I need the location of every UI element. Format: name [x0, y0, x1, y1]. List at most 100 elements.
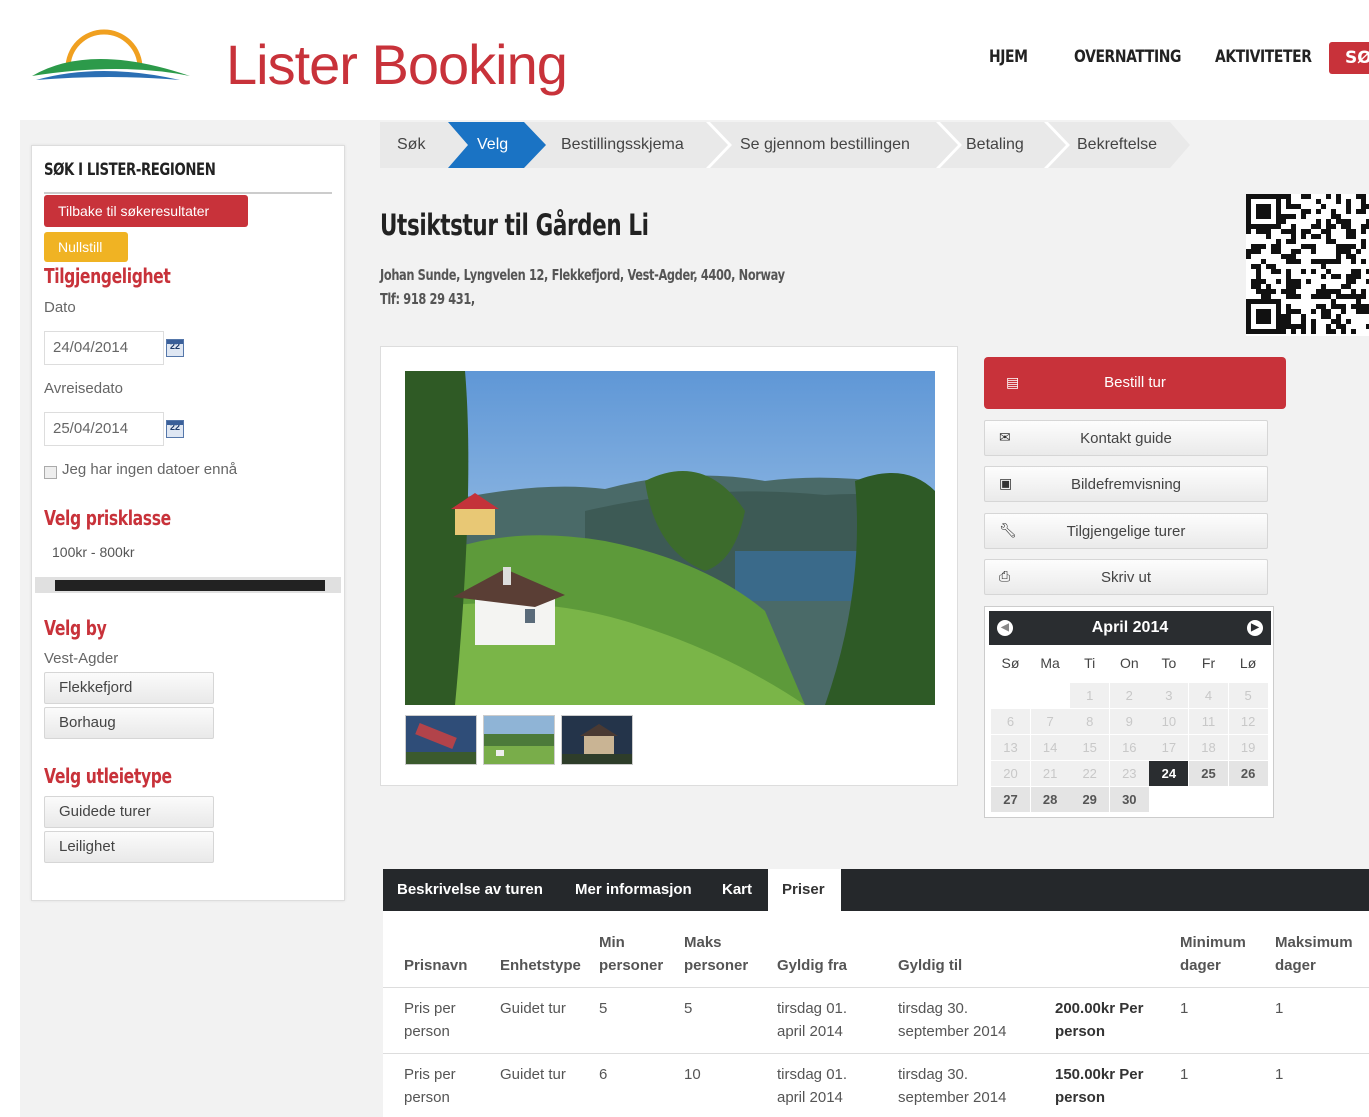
calendar-day: 10 — [1149, 709, 1189, 734]
step-choose[interactable]: Velg — [477, 122, 508, 168]
calendar-day: 5 — [1228, 683, 1268, 708]
qr-code — [1246, 194, 1369, 336]
departure-date-field[interactable]: 25/04/2014 — [44, 412, 164, 446]
table-cell: tirsdag 30. — [898, 1000, 969, 1017]
calendar-empty-cell — [991, 683, 1030, 708]
step-search[interactable]: Søk — [397, 122, 425, 168]
table-header-cell: personer — [684, 957, 749, 974]
step-payment[interactable]: Betaling — [966, 122, 1024, 168]
price-range-value: 100kr - 800kr — [52, 544, 135, 560]
table-header-cell: Prisnavn — [404, 957, 468, 974]
calendar-day: 15 — [1070, 735, 1110, 760]
calendar-weekday: Fr — [1201, 655, 1216, 671]
table-cell: tirsdag 01. — [777, 1066, 848, 1083]
tab-map[interactable]: Kart — [722, 869, 752, 911]
table-cell: Guidet tur — [500, 1066, 566, 1083]
calendar-icon[interactable]: 22 — [166, 420, 184, 438]
table-header-cell: Gyldig fra — [777, 957, 848, 974]
slideshow-button[interactable]: ▣ Bildefremvisning — [984, 466, 1268, 502]
thumbnail-2[interactable] — [483, 715, 555, 765]
calendar-weekday: Ti — [1084, 655, 1096, 671]
table-cell: 1 — [1180, 1000, 1189, 1017]
table-cell: 6 — [599, 1066, 608, 1083]
city-borhaug-button[interactable]: Borhaug — [44, 707, 214, 739]
price-heading: Velg prisklasse — [44, 506, 171, 530]
listing-title: Utsiktstur til Gården Li — [380, 208, 649, 242]
contact-guide-button[interactable]: ✉ Kontakt guide — [984, 420, 1268, 456]
nav-aktiviteter[interactable]: AKTIVITETER — [1215, 42, 1312, 72]
logo[interactable]: Lister Booking — [30, 10, 568, 100]
price-slider-range[interactable] — [55, 580, 325, 591]
price-slider[interactable] — [35, 577, 341, 593]
table-header-cell: dager — [1275, 957, 1316, 974]
calendar-icon[interactable]: 22 — [166, 339, 184, 357]
type-apartment-button[interactable]: Leilighet — [44, 831, 214, 863]
calendar-day[interactable]: 26 — [1228, 761, 1268, 786]
tab-prices[interactable]: Priser — [768, 869, 841, 911]
book-tour-button[interactable]: ▤ Bestill tur — [984, 357, 1286, 409]
nav-hjem[interactable]: HJEM — [989, 42, 1028, 72]
table-header-cell: dager — [1180, 957, 1221, 974]
tab-more-info[interactable]: Mer informasjon — [575, 869, 692, 911]
step-confirmation[interactable]: Bekreftelse — [1077, 122, 1157, 168]
tab-description[interactable]: Beskrivelse av turen — [397, 869, 543, 911]
date-field[interactable]: 24/04/2014 — [44, 331, 164, 365]
contact-guide-label: Kontakt guide — [1080, 430, 1172, 447]
calendar-day: 1 — [1070, 683, 1110, 708]
calendar-day[interactable]: 30 — [1109, 787, 1149, 812]
calendar-day: 2 — [1109, 683, 1149, 708]
print-label: Skriv ut — [1100, 569, 1151, 586]
step-review[interactable]: Se gjennom bestillingen — [740, 122, 910, 168]
reset-button[interactable]: Nullstill — [44, 232, 128, 262]
table-cell: 5 — [684, 1000, 693, 1017]
table-cell: person — [1055, 1023, 1106, 1040]
calendar-day: 16 — [1109, 735, 1149, 760]
logo-icon — [32, 29, 190, 80]
next-month-icon[interactable]: ▶ — [1247, 620, 1263, 636]
calendar-empty-cell — [1030, 683, 1070, 708]
table-cell: 1 — [1180, 1066, 1189, 1083]
table-cell: 150.00kr Per — [1055, 1066, 1144, 1083]
calendar-day[interactable]: 28 — [1030, 787, 1070, 812]
thumbnail-3[interactable] — [561, 715, 633, 765]
table-header-cell: Gyldig til — [898, 957, 963, 974]
calendar-day[interactable]: 27 — [991, 787, 1030, 812]
table-cell: september 2014 — [898, 1023, 1007, 1040]
price-table: Prisnavn Enhetstype Min personer Maks persone… — [383, 911, 1369, 1117]
table-cell: person — [1055, 1089, 1106, 1106]
table-row-divider — [383, 987, 1369, 988]
table-cell: tirsdag 01. — [777, 1000, 848, 1017]
step-booking-form[interactable]: Bestillingsskjema — [561, 122, 684, 168]
back-to-results-button[interactable]: Tilbake til søkeresultater — [44, 195, 248, 227]
table-header-cell: Maksimum — [1275, 934, 1353, 951]
table-cell: april 2014 — [777, 1023, 843, 1040]
no-dates-checkbox[interactable] — [44, 466, 57, 479]
calendar-day[interactable]: 25 — [1189, 761, 1228, 786]
available-tours-button[interactable]: 🔧︎ Tilgjengelige turer — [984, 513, 1268, 549]
region-label: Vest-Agder — [44, 650, 119, 667]
prev-month-icon[interactable]: ◀ — [997, 620, 1013, 636]
thumbnail-image — [406, 716, 476, 764]
thumbnail-image — [562, 716, 632, 764]
nav-search-button[interactable]: SØK — [1329, 42, 1369, 74]
print-button[interactable]: ⎙ Skriv ut — [984, 559, 1268, 595]
calendar-weekday: Ma — [1040, 655, 1060, 671]
table-cell: Guidet tur — [500, 1000, 566, 1017]
calendar-day[interactable]: 24 — [1149, 761, 1189, 786]
calendar-day[interactable]: 29 — [1070, 787, 1110, 812]
city-flekkefjord-button[interactable]: Flekkefjord — [44, 672, 214, 704]
calendar-day: 17 — [1149, 735, 1189, 760]
table-cell: 200.00kr Per — [1055, 1000, 1144, 1017]
type-guided-tours-button[interactable]: Guidede turer — [44, 796, 214, 828]
main-photo[interactable] — [405, 371, 935, 705]
calendar-day: 21 — [1030, 761, 1070, 786]
detail-tabs: Beskrivelse av turen Mer informasjon Kar… — [383, 869, 1369, 911]
table-cell: april 2014 — [777, 1089, 843, 1106]
site-header: Lister Booking HJEM OVERNATTING AKTIVITE… — [0, 0, 1369, 120]
thumbnail-1[interactable] — [405, 715, 477, 765]
city-heading: Velg by — [44, 616, 107, 640]
nav-overnatting[interactable]: OVERNATTING — [1074, 42, 1181, 72]
table-cell: 1 — [1275, 1066, 1284, 1083]
sidebar-divider — [44, 192, 332, 194]
calendar-weekday: Lø — [1239, 655, 1257, 671]
